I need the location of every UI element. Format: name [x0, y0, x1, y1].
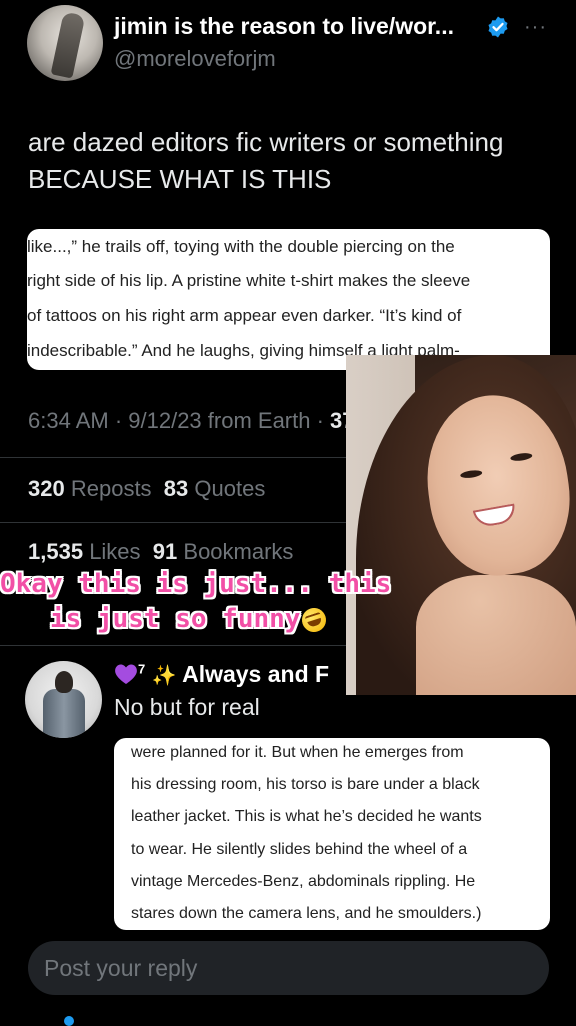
bookmarks-stat[interactable]: 91 Bookmarks — [153, 539, 294, 564]
caption-line-2: is just so funny — [50, 604, 330, 635]
eye — [459, 469, 483, 480]
timestamp-text: 6:34 AM · 9/12/23 from Earth · — [28, 408, 331, 433]
bookmarks-count: 91 — [152, 539, 178, 564]
eye — [509, 451, 533, 462]
tweet-text-line: BECAUSE WHAT IS THIS — [28, 164, 332, 194]
excerpt-line: were planned for it. But when he emerges… — [131, 744, 464, 761]
reposts-count: 320 — [28, 476, 65, 501]
avatar-body — [43, 689, 85, 738]
excerpt-line: like...,” he trails off, toying with the… — [27, 237, 455, 256]
rolling-on-floor-laughing-icon — [299, 604, 330, 635]
excerpt-line: of tattoos on his right arm appear even … — [27, 306, 462, 325]
quotes-count: 83 — [163, 476, 189, 501]
nav-indicator-dot — [64, 1016, 74, 1026]
author-display-name[interactable]: jimin is the reason to live/wor... — [114, 13, 454, 40]
excerpt-line: his dressing room, his torso is bare und… — [131, 776, 480, 793]
reply-author-name[interactable]: 7 ✨ Always and F — [114, 661, 329, 688]
quotes-label: Quotes — [194, 476, 266, 501]
excerpt-line: vintage Mercedes-Benz, abdominals rippli… — [131, 873, 476, 890]
tweet-timestamp[interactable]: 6:34 AM · 9/12/23 from Earth · 37.4K — [28, 408, 389, 434]
caption-line-2-text: is just so funny — [50, 604, 301, 634]
reply-author-avatar[interactable] — [25, 661, 102, 738]
verified-badge-icon — [488, 16, 508, 38]
tweet-image-excerpt[interactable]: like...,” he trails off, toying with the… — [27, 229, 550, 370]
bookmarks-label: Bookmarks — [183, 539, 294, 564]
reply-name-text: Always and F — [182, 661, 330, 687]
reply-text: No but for real — [114, 694, 260, 720]
reposts-stat[interactable]: 320 Reposts — [28, 476, 152, 501]
avatar-figure — [50, 11, 86, 79]
excerpt-line: leather jacket. This is what he’s decide… — [131, 808, 482, 825]
reply-input-placeholder: Post your reply — [44, 955, 198, 981]
quotes-stat[interactable]: 83 Quotes — [164, 476, 266, 501]
reposts-label: Reposts — [70, 476, 152, 501]
reply-name-superscript: 7 — [138, 661, 146, 677]
more-options-icon[interactable]: ··· — [524, 16, 547, 39]
creator-video-overlay — [346, 355, 576, 695]
excerpt-line: right side of his lip. A pristine white … — [27, 271, 471, 290]
tweet-text: are dazed editors fic writers or somethi… — [28, 124, 558, 198]
neck — [416, 575, 576, 695]
caption-line-1: Okay this is just... this — [0, 569, 392, 599]
author-handle[interactable]: @moreloveforjm — [114, 46, 276, 72]
excerpt-line: stares down the camera lens, and he smou… — [131, 905, 482, 922]
likes-stat[interactable]: 1,535 Likes — [28, 539, 141, 564]
likes-count: 1,535 — [28, 539, 84, 564]
excerpt-line: to wear. He silently slides behind the w… — [131, 841, 468, 858]
author-avatar[interactable] — [27, 5, 103, 81]
repost-quote-stats: 320 Reposts 83 Quotes — [28, 476, 265, 502]
purple-heart-icon — [115, 664, 137, 684]
likes-bookmarks-stats: 1,535 Likes 91 Bookmarks — [28, 539, 293, 565]
tweet-text-line: are dazed editors fic writers or somethi… — [28, 127, 504, 157]
reply-image-excerpt[interactable]: were planned for it. But when he emerges… — [114, 738, 550, 930]
avatar-head — [55, 671, 73, 693]
likes-label: Likes — [89, 539, 141, 564]
sparkles-icon: ✨ — [151, 665, 177, 687]
